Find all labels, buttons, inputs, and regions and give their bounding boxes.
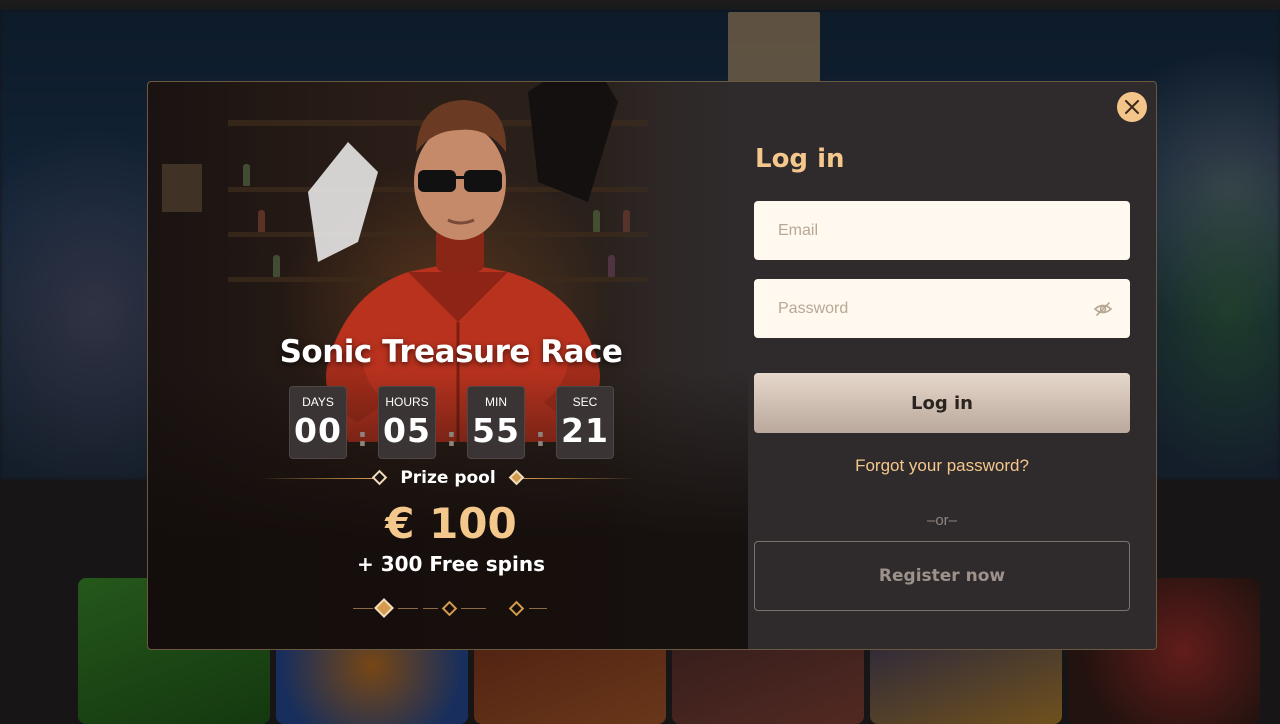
countdown-timer: DAYS 00 : HOURS 05 : MIN 55 : SEC 21 bbox=[289, 385, 614, 459]
countdown-value: 00 bbox=[294, 411, 342, 450]
email-input[interactable] bbox=[754, 201, 1130, 260]
prize-free-spins: + 300 Free spins bbox=[357, 552, 545, 576]
login-modal: Sonic Treasure Race DAYS 00 : HOURS 05 :… bbox=[147, 81, 1157, 650]
decorative-line bbox=[523, 478, 638, 479]
password-field[interactable] bbox=[754, 279, 1130, 338]
countdown-separator: : bbox=[535, 423, 546, 453]
prize-pool-header: Prize pool bbox=[258, 466, 638, 492]
or-divider: –or– bbox=[926, 512, 958, 529]
close-button[interactable] bbox=[1117, 92, 1147, 122]
countdown-days: DAYS 00 bbox=[289, 386, 347, 459]
countdown-label: MIN bbox=[485, 395, 507, 409]
decorative-line bbox=[529, 608, 547, 609]
background-picture-frame bbox=[162, 164, 202, 212]
countdown-minutes: MIN 55 bbox=[467, 386, 525, 459]
promo-title: Sonic Treasure Race bbox=[279, 334, 623, 370]
countdown-seconds: SEC 21 bbox=[556, 386, 614, 459]
countdown-separator: : bbox=[357, 423, 368, 453]
diamond-icon[interactable] bbox=[508, 600, 525, 617]
diamond-icon[interactable] bbox=[441, 600, 458, 617]
background-bottle bbox=[243, 164, 250, 186]
register-button[interactable]: Register now bbox=[754, 541, 1130, 611]
diamond-icon[interactable] bbox=[374, 598, 394, 618]
countdown-value: 21 bbox=[561, 411, 609, 450]
close-icon bbox=[1125, 100, 1139, 114]
decorative-line bbox=[461, 608, 486, 609]
prize-amount: € 100 bbox=[385, 499, 517, 548]
email-field[interactable] bbox=[754, 201, 1130, 260]
countdown-separator: : bbox=[446, 423, 457, 453]
background-bottle bbox=[258, 210, 265, 232]
countdown-hours: HOURS 05 bbox=[378, 386, 436, 459]
countdown-label: SEC bbox=[572, 395, 598, 409]
login-submit-button[interactable]: Log in bbox=[754, 373, 1130, 433]
countdown-label: HOURS bbox=[385, 395, 429, 409]
forgot-password-link[interactable]: Forgot your password? bbox=[754, 456, 1130, 476]
decorative-line bbox=[398, 608, 418, 609]
promo-panel: Sonic Treasure Race DAYS 00 : HOURS 05 :… bbox=[148, 82, 748, 649]
eye-slash-icon[interactable] bbox=[1094, 300, 1112, 318]
login-title: Log in bbox=[755, 144, 845, 174]
countdown-value: 55 bbox=[472, 411, 520, 450]
decorative-line bbox=[353, 608, 373, 609]
countdown-label: DAYS bbox=[302, 395, 334, 409]
background-bottle bbox=[273, 255, 280, 277]
decorative-line bbox=[423, 608, 438, 609]
countdown-value: 05 bbox=[383, 411, 431, 450]
slide-indicator bbox=[353, 597, 553, 619]
password-input[interactable] bbox=[754, 279, 1130, 338]
